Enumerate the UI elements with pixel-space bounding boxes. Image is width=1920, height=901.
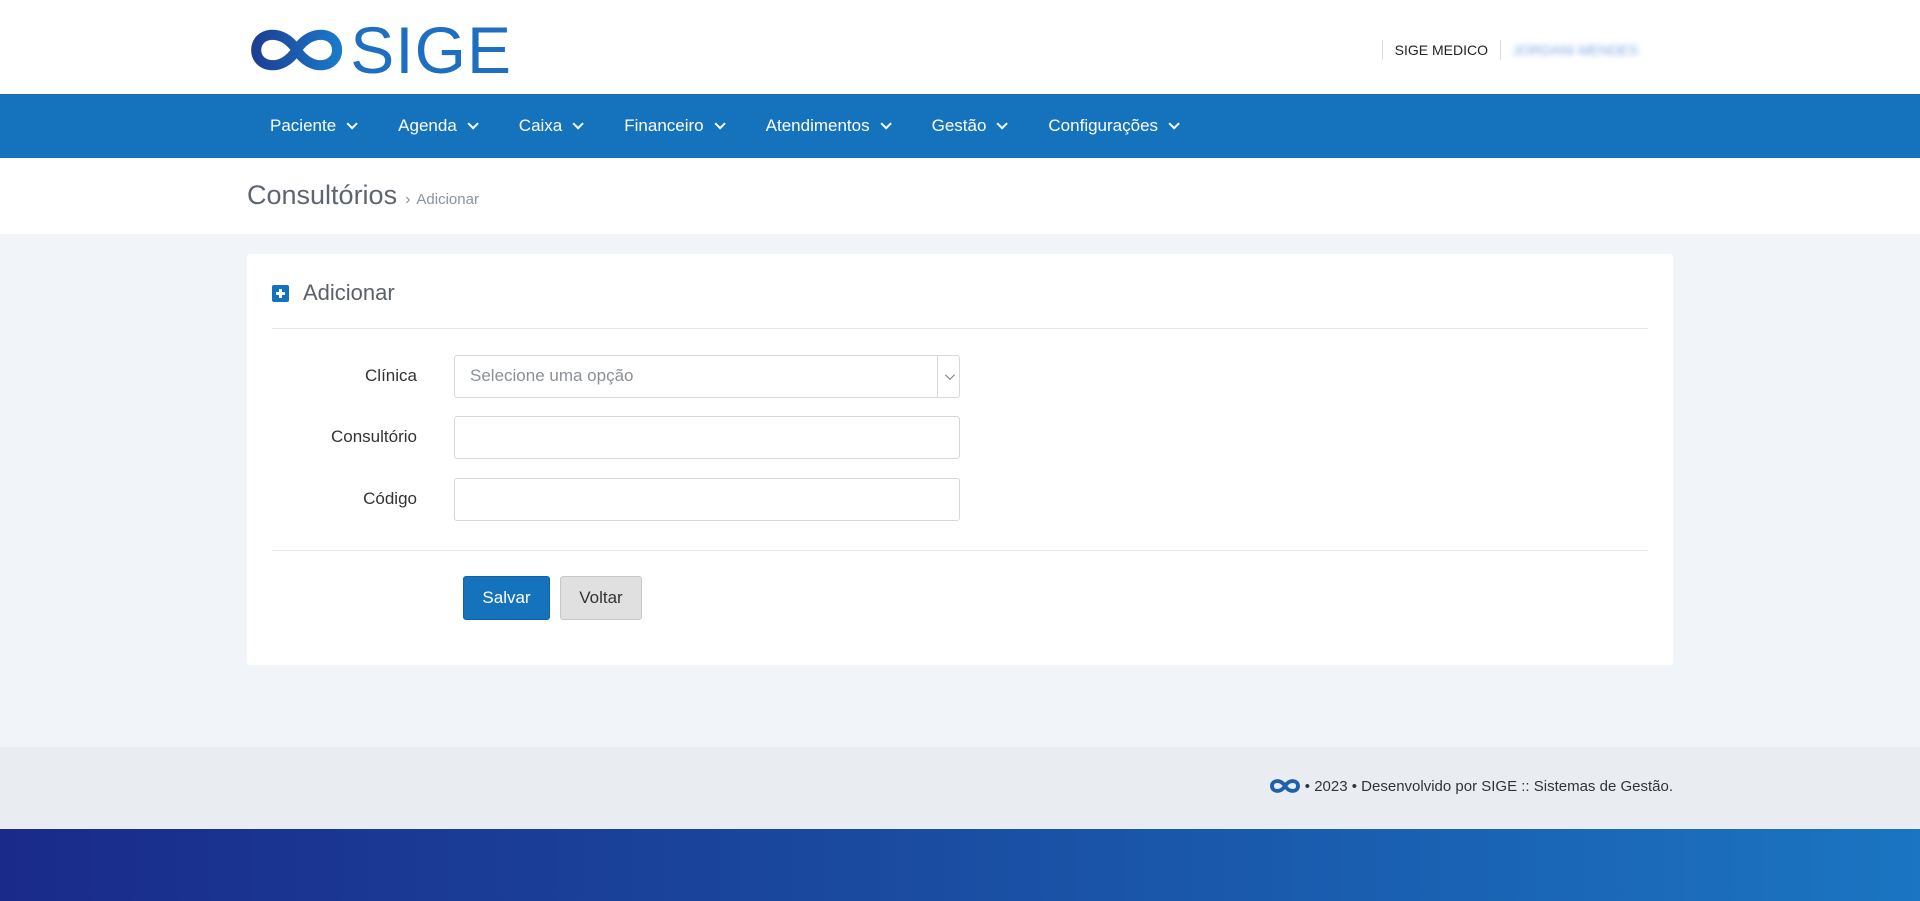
page-footer: • 2023 • Desenvolvido por SIGE :: Sistem… [0,747,1920,829]
clinica-select-placeholder: Selecione uma opção [470,366,634,385]
breadcrumb-bar: Consultórios › Adicionar [0,158,1920,234]
back-button[interactable]: Voltar [560,576,642,620]
nav-item-label: Configurações [1048,116,1159,135]
nav-item-agenda[interactable]: Agenda [376,94,497,158]
clinica-select[interactable]: Selecione uma opção [454,354,960,398]
infinity-logo-icon [1269,779,1300,793]
sige-logo[interactable]: SIGE [247,17,512,83]
breadcrumb-current: Adicionar [416,191,479,208]
logo-text: SIGE [350,13,512,87]
card-header: Adicionar [272,280,395,306]
footer-divider [272,550,1648,551]
nav-item-label: Caixa [518,116,563,135]
codigo-input[interactable] [454,477,960,521]
header-divider [272,328,1648,329]
chevron-down-icon [880,118,892,130]
nav-item-label: Financeiro [624,116,704,135]
top-header: SIGE SIGE MEDICO JORDANI MENDES [0,0,1920,94]
breadcrumb: Consultórios › Adicionar [247,180,479,211]
nav-item-financeiro[interactable]: Financeiro [602,94,743,158]
page-title[interactable]: Consultórios [247,180,397,211]
form-row-codigo: Código [247,477,960,521]
main-navbar: Paciente Agenda Caixa Financeiro Atendim… [0,94,1920,158]
save-button[interactable]: Salvar [463,576,550,620]
chevron-down-icon [467,118,479,130]
consultorio-input[interactable] [454,415,960,459]
chevron-down-icon [944,369,955,380]
form-row-consultorio: Consultório [247,415,960,459]
nav-item-label: Agenda [398,116,457,135]
user-area: SIGE MEDICO JORDANI MENDES [1370,38,1673,62]
bottom-gradient-band [0,829,1920,901]
select-toggle[interactable] [937,355,959,397]
form-row-clinica: Clínica Selecione uma opção [247,354,960,398]
plus-square-icon [272,284,289,302]
consultorio-label: Consultório [331,427,417,446]
card-title: Adicionar [303,280,395,305]
nav-item-paciente[interactable]: Paciente [248,94,376,158]
form-card: Adicionar Clínica Selecione uma opção Co… [247,254,1673,665]
clinica-label: Clínica [365,366,417,385]
infinity-logo-icon [251,29,343,71]
footer-text: • 2023 • Desenvolvido por SIGE :: Sistem… [1304,777,1673,795]
user-name[interactable]: JORDANI MENDES [1513,42,1673,58]
nav-menu: Paciente Agenda Caixa Financeiro Atendim… [248,94,1198,158]
codigo-label: Código [363,489,417,508]
breadcrumb-separator: › [405,191,411,208]
nav-item-caixa[interactable]: Caixa [497,94,602,158]
nav-item-gestao[interactable]: Gestão [910,94,1027,158]
nav-item-label: Paciente [270,116,337,135]
chevron-down-icon [1168,118,1180,130]
chevron-down-icon [714,118,726,130]
divider [1500,40,1501,60]
chevron-down-icon [346,118,358,130]
nav-item-configuracoes[interactable]: Configurações [1026,94,1198,158]
nav-item-label: Gestão [931,116,987,135]
nav-item-atendimentos[interactable]: Atendimentos [744,94,910,158]
chevron-down-icon [996,118,1009,130]
nav-item-label: Atendimentos [765,116,870,135]
org-name[interactable]: SIGE MEDICO [1395,42,1488,58]
chevron-down-icon [572,118,585,130]
footer-credits: • 2023 • Desenvolvido por SIGE :: Sistem… [1269,776,1673,796]
divider [1381,40,1383,60]
